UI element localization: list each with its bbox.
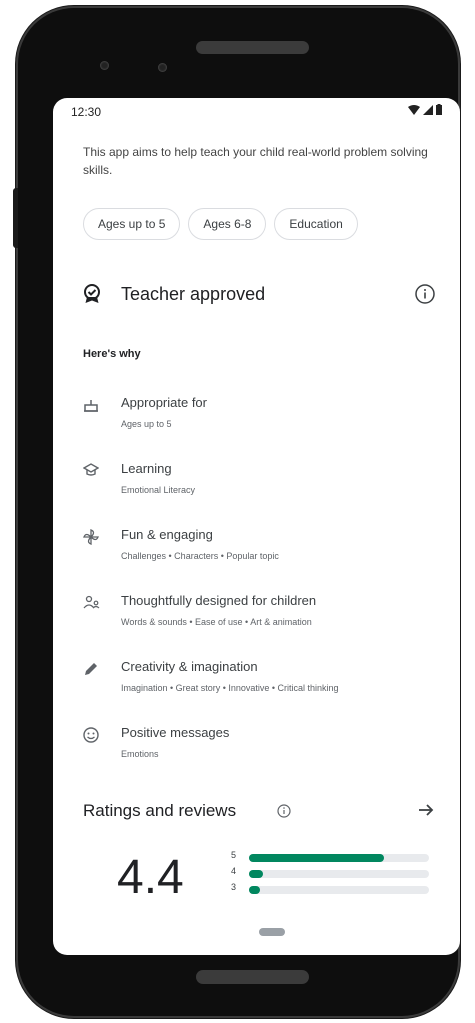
cake-icon bbox=[83, 397, 99, 418]
reason-subtitle: Ages up to 5 bbox=[121, 419, 172, 429]
status-time: 12:30 bbox=[71, 105, 102, 119]
reason-title: Creativity & imagination bbox=[121, 659, 258, 674]
reason-title: Appropriate for bbox=[121, 395, 207, 410]
arrow-right-icon[interactable] bbox=[417, 801, 435, 824]
school-icon bbox=[82, 463, 100, 482]
ratings-header[interactable]: Ratings and reviews bbox=[83, 801, 435, 827]
signal-icon bbox=[423, 104, 433, 115]
reason-subtitle: Words & sounds • Ease of use • Art & ani… bbox=[121, 617, 312, 627]
reason-subtitle: Emotions bbox=[121, 749, 159, 759]
family-icon bbox=[83, 595, 101, 614]
reason-subtitle: Imagination • Great story • Innovative •… bbox=[121, 683, 339, 693]
rating-bar-track bbox=[249, 854, 429, 862]
pencil-icon bbox=[83, 661, 99, 682]
rating-bar-label: 5 bbox=[231, 850, 237, 860]
battery-icon bbox=[436, 104, 442, 115]
app-description: This app aims to help teach your child r… bbox=[83, 145, 428, 177]
smiley-icon bbox=[83, 727, 99, 748]
chip-ages-up-to-5[interactable]: Ages up to 5 bbox=[83, 208, 181, 240]
rating-bar-track bbox=[249, 870, 429, 878]
bottom-speaker bbox=[196, 970, 309, 984]
home-gesture-pill[interactable] bbox=[259, 928, 285, 936]
reason-title: Learning bbox=[121, 461, 172, 476]
rating-bar-fill bbox=[249, 886, 260, 894]
category-chips: Ages up to 5 Ages 6-8 Education bbox=[83, 208, 358, 240]
rating-distribution: 5 4 3 bbox=[231, 850, 431, 898]
earpiece-speaker bbox=[196, 41, 309, 54]
info-icon[interactable] bbox=[277, 804, 291, 823]
front-camera-icon bbox=[158, 63, 167, 72]
info-icon[interactable] bbox=[415, 284, 435, 309]
rating-bar-5: 5 bbox=[231, 850, 431, 864]
status-icons bbox=[408, 104, 442, 115]
rating-bar-track bbox=[249, 886, 429, 894]
rating-bar-fill bbox=[249, 870, 264, 878]
rating-bar-4: 4 bbox=[231, 866, 431, 880]
rating-score: 4.4 bbox=[117, 851, 184, 904]
rating-bar-label: 4 bbox=[231, 866, 237, 876]
reason-title: Positive messages bbox=[121, 725, 230, 740]
teacher-approved-header: Teacher approved bbox=[83, 280, 435, 310]
reason-title: Fun & engaging bbox=[121, 527, 213, 542]
reason-subtitle: Challenges • Characters • Popular topic bbox=[121, 551, 279, 561]
sensor-icon bbox=[100, 61, 109, 70]
rating-bar-3: 3 bbox=[231, 882, 431, 896]
chip-education[interactable]: Education bbox=[274, 208, 358, 240]
reason-subtitle: Emotional Literacy bbox=[121, 485, 196, 495]
rating-bar-fill bbox=[249, 854, 384, 862]
status-bar: 12:30 bbox=[53, 98, 460, 124]
rating-bar-label: 3 bbox=[231, 882, 237, 892]
wifi-icon bbox=[408, 104, 420, 115]
ratings-title: Ratings and reviews bbox=[83, 801, 237, 820]
badge-icon bbox=[83, 284, 101, 309]
phone-frame: 12:30 This app aims to help teach your c… bbox=[13, 8, 460, 1016]
pinwheel-icon bbox=[83, 529, 99, 550]
heres-why-heading: Here's why bbox=[83, 348, 141, 360]
teacher-approved-title: Teacher approved bbox=[121, 284, 266, 304]
app-screen: 12:30 This app aims to help teach your c… bbox=[53, 98, 460, 955]
reason-title: Thoughtfully designed for children bbox=[121, 593, 317, 608]
chip-ages-6-8[interactable]: Ages 6-8 bbox=[188, 208, 267, 240]
